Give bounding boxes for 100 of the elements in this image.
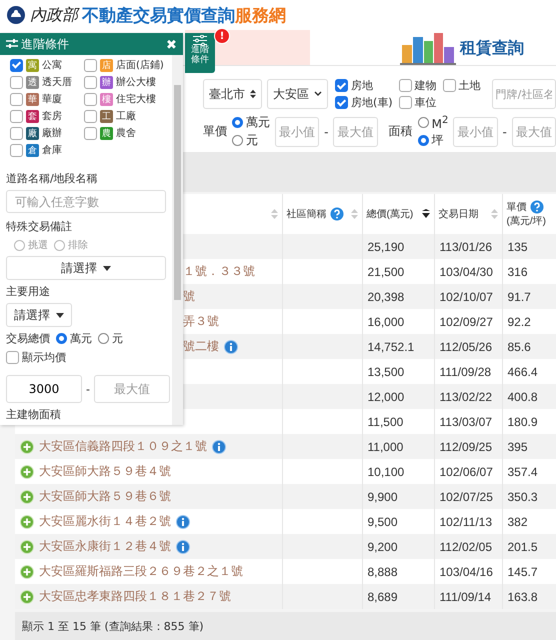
radio-button[interactable] (98, 333, 109, 344)
city-select[interactable]: 臺北市 (203, 79, 262, 109)
checkbox[interactable] (84, 76, 97, 88)
usage-dropdown[interactable]: 請選擇 (6, 303, 72, 327)
help-icon[interactable] (330, 207, 344, 221)
district-select[interactable]: 大安區 (267, 79, 328, 109)
checkbox[interactable] (398, 79, 412, 92)
checkbox[interactable] (6, 351, 19, 364)
rental-query-title[interactable]: 租賃查詢 (460, 38, 524, 65)
checkbox-label: 公寓 (42, 58, 62, 72)
range-dash: - (324, 124, 328, 138)
checkbox[interactable] (10, 76, 23, 88)
checkbox[interactable] (398, 96, 412, 109)
column-header[interactable]: 社區簡稱 (286, 207, 326, 221)
table-cell: 13,500 (368, 364, 404, 378)
checkbox[interactable] (84, 110, 97, 122)
checkbox-label: 工廠 (116, 110, 136, 123)
expand-icon[interactable] (20, 540, 34, 554)
checkbox-label: 店面(店鋪) (116, 58, 164, 72)
close-button[interactable]: ✖ (166, 36, 177, 52)
type-badge: 樓 (100, 92, 113, 106)
checkbox-label: 顯示均價 (22, 350, 66, 365)
radio-button[interactable] (418, 117, 429, 128)
sort-descending-icon[interactable] (422, 209, 430, 219)
expand-icon[interactable] (20, 464, 34, 478)
info-icon[interactable] (176, 514, 190, 528)
checkbox[interactable] (84, 92, 97, 106)
checkbox[interactable] (10, 92, 23, 106)
checkbox-label: 車位 (414, 95, 437, 110)
address-link[interactable]: 弄３號 (183, 313, 219, 330)
address-link[interactable]: 大安區麗水街１４巷２號 (39, 513, 171, 530)
scrollbar[interactable] (172, 55, 183, 425)
expand-icon[interactable] (20, 440, 34, 454)
min-field[interactable]: 最小值 (453, 116, 498, 146)
column-header[interactable]: 單價 (506, 200, 526, 214)
road-name-field[interactable]: 可輸入任意字數 (6, 190, 166, 214)
table-cell: 113/02/22 (440, 390, 492, 404)
table-cell: 400.8 (508, 390, 538, 404)
expand-icon[interactable] (20, 564, 34, 578)
type-badge: 透 (26, 76, 39, 88)
max-field[interactable]: 最大值 (333, 116, 378, 146)
checkbox[interactable] (335, 96, 348, 109)
emblem-icon (6, 5, 26, 25)
up-down-arrows-icon (250, 89, 256, 99)
help-icon[interactable] (530, 200, 544, 214)
checkbox[interactable] (84, 58, 97, 72)
column-header[interactable]: 總價(萬元) (366, 207, 414, 221)
table-cell: 466.4 (508, 364, 538, 378)
address-link[interactable]: 號二樓 (183, 338, 219, 355)
checkbox-label: 農舍 (116, 126, 136, 140)
checkbox[interactable] (10, 110, 23, 122)
checkbox[interactable] (442, 79, 456, 92)
checkbox-label: 廠辦 (42, 126, 62, 140)
radio-button[interactable] (232, 135, 243, 146)
field-label: 特殊交易備註 (6, 219, 73, 234)
min-price-field[interactable]: 3000 (6, 375, 82, 403)
address-link[interactable]: １號．３３號 (183, 263, 255, 280)
min-field[interactable]: 最小值 (275, 116, 320, 146)
sort-icon[interactable] (490, 209, 498, 219)
table-cell: 20,398 (368, 290, 404, 304)
caret-icon (103, 266, 111, 271)
info-icon[interactable] (212, 440, 226, 454)
address-link[interactable]: 大安區羅斯福路三段２６９巷２之１號 (39, 563, 243, 580)
table-cell: 12,000 (368, 390, 404, 404)
table-cell: 102/07/25 (440, 490, 493, 504)
radio-button[interactable] (56, 333, 67, 344)
expand-icon[interactable] (20, 490, 34, 504)
radio-button[interactable] (418, 134, 429, 146)
address-link[interactable]: 大安區師大路５９巷４號 (39, 463, 171, 480)
checkbox-label: 辦公大樓 (116, 76, 156, 89)
address-link[interactable]: 號 (183, 288, 195, 305)
sort-icon[interactable] (350, 209, 358, 219)
table-cell: 9,900 (368, 490, 398, 504)
info-icon[interactable] (224, 340, 238, 354)
checkbox[interactable] (10, 58, 23, 72)
checkbox[interactable] (10, 144, 23, 156)
field-label: 主要用途 (6, 284, 51, 300)
sliders-icon (193, 35, 207, 46)
sort-icon[interactable] (270, 209, 278, 219)
checkbox[interactable] (84, 126, 97, 140)
table-cell: 8,689 (368, 590, 398, 604)
radio-button[interactable] (232, 117, 243, 128)
expand-icon[interactable] (20, 514, 34, 528)
type-badge: 工 (100, 110, 113, 122)
info-icon[interactable] (176, 540, 190, 554)
table-cell: 350.3 (508, 490, 538, 504)
radio-label: M$^{2}$ (432, 114, 448, 130)
radio-label: 萬元 (70, 331, 92, 346)
expand-icon[interactable] (20, 590, 34, 604)
sliders-icon (6, 39, 18, 49)
table-cell: 102/10/07 (440, 290, 493, 304)
max-price-field[interactable]: 最大值 (94, 375, 170, 403)
checkbox[interactable] (335, 79, 348, 92)
max-field[interactable]: 最大值 (512, 116, 556, 146)
checkbox-label: 住宅大樓 (116, 92, 156, 106)
column-header[interactable]: 交易日期 (438, 207, 478, 221)
table-cell: 395 (508, 440, 528, 454)
table-cell: 16,000 (368, 314, 404, 328)
checkbox-label: 房地(車) (351, 95, 393, 110)
checkbox[interactable] (10, 126, 23, 140)
